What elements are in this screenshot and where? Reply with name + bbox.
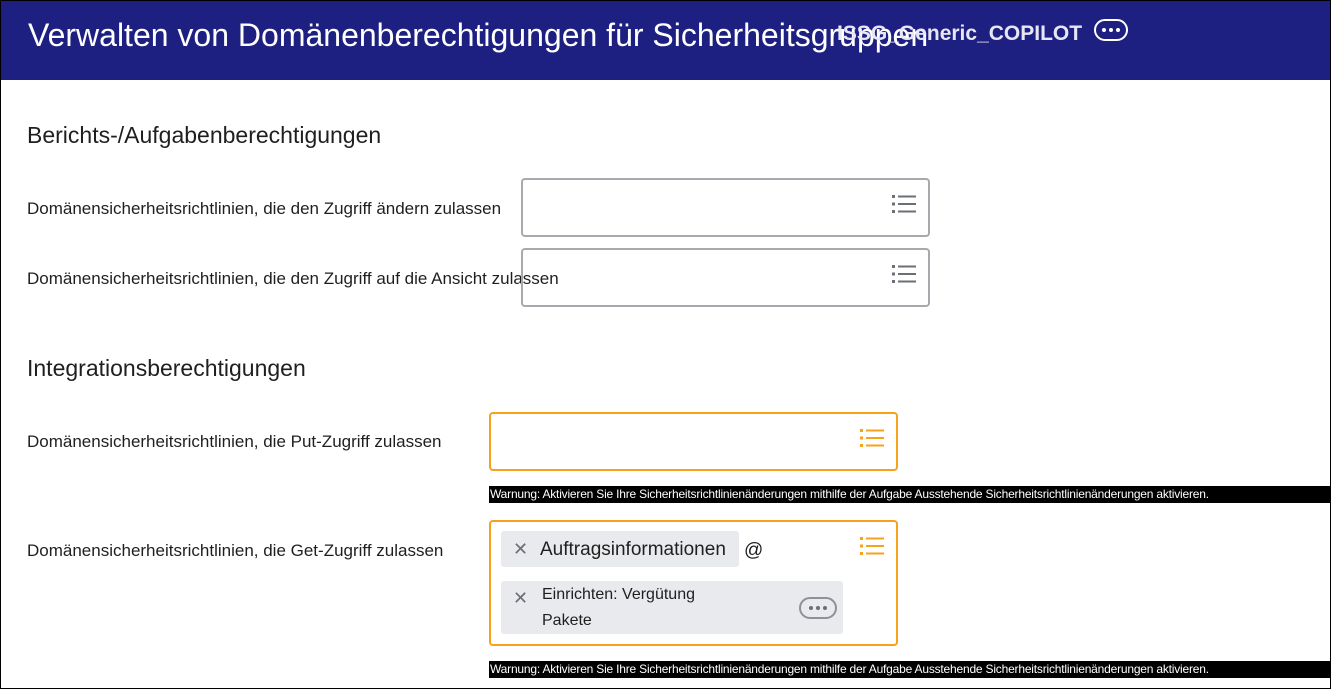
close-icon[interactable]: ✕ xyxy=(513,540,528,558)
field-label-modify-access: Domänensicherheitsrichtlinien, die den Z… xyxy=(27,199,502,218)
field-label-get-access: Domänensicherheitsrichtlinien, die Get-Z… xyxy=(27,541,444,560)
more-horizontal-icon[interactable] xyxy=(799,597,837,619)
list-icon[interactable] xyxy=(860,428,884,448)
field-label-view-access: Domänensicherheitsrichtlinien, die den Z… xyxy=(27,269,559,288)
selected-item-label-line2: Pakete xyxy=(542,612,592,629)
list-icon[interactable] xyxy=(892,194,916,214)
section-title-integration: Integrationsberechtigungen xyxy=(27,355,306,381)
security-group-name: ISSG_Generic_COPILOT xyxy=(837,22,1083,45)
list-icon[interactable] xyxy=(892,264,916,284)
page-title: Verwalten von Domänenberechtigungen für … xyxy=(28,17,929,53)
selected-item-label-line1: Einrichten: Vergütung xyxy=(542,586,695,603)
warning-message-put-access: Warnung: Aktivieren Sie Ihre Sicherheits… xyxy=(489,486,1331,503)
section-title-report-task: Berichts-/Aufgabenberechtigungen xyxy=(27,122,382,148)
selected-item-einrichten-verguetung[interactable]: ✕ Einrichten: Vergütung Pakete xyxy=(501,581,843,634)
list-icon[interactable] xyxy=(860,536,884,556)
selected-item-label: Auftragsinformationen xyxy=(540,539,726,560)
field-label-put-access: Domänensicherheitsrichtlinien, die Put-Z… xyxy=(27,432,442,451)
selected-item-auftragsinformationen[interactable]: ✕ Auftragsinformationen xyxy=(501,531,739,567)
prompt-get-access[interactable]: ✕ Auftragsinformationen @ ✕ Einrichten: … xyxy=(489,520,898,646)
prompt-put-access[interactable] xyxy=(489,412,898,471)
prompt-view-access[interactable] xyxy=(521,248,930,307)
close-icon[interactable]: ✕ xyxy=(513,589,528,607)
prompt-modify-access[interactable] xyxy=(521,178,930,237)
selected-item-suffix: @ xyxy=(744,540,764,561)
warning-message-get-access: Warnung: Aktivieren Sie Ihre Sicherheits… xyxy=(489,661,1331,678)
more-horizontal-icon[interactable] xyxy=(1094,19,1128,41)
page-header: Verwalten von Domänenberechtigungen für … xyxy=(1,1,1330,80)
